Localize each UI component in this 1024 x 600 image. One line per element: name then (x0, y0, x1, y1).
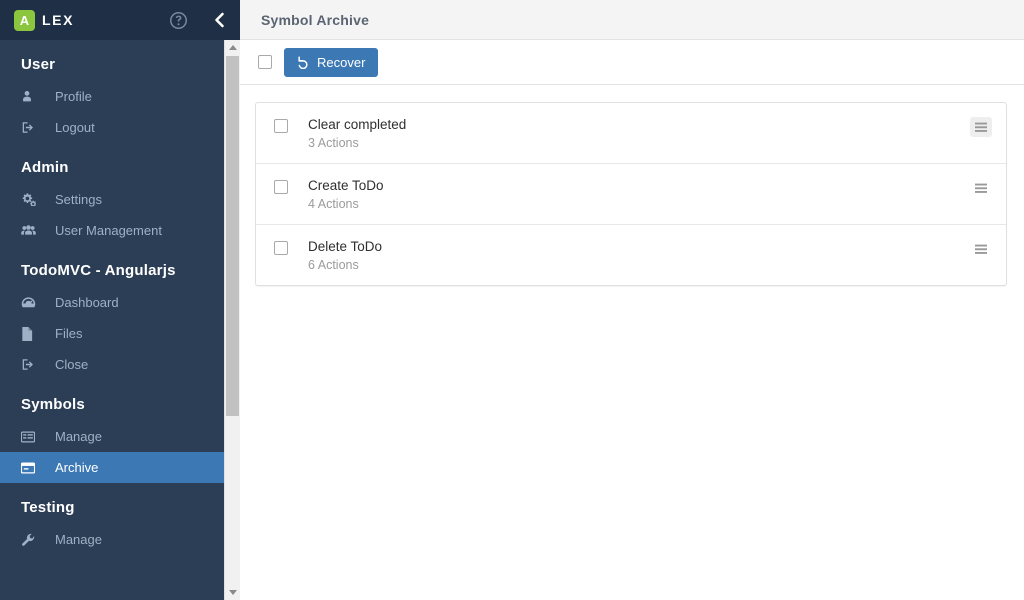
content-area: Clear completed 3 Actions Create ToDo 4 … (240, 85, 1024, 286)
symbol-action-count: 3 Actions (308, 136, 359, 150)
page-header: Symbol Archive (240, 0, 1024, 40)
wrench-icon (21, 533, 37, 547)
sidebar-item-label: Profile (55, 89, 92, 104)
table-row[interactable]: Clear completed 3 Actions (256, 103, 1006, 164)
sidebar-item-label: Archive (55, 460, 99, 475)
sidebar-section-title-user: User (21, 56, 56, 73)
sidebar-item-testing-manage[interactable]: Manage (0, 524, 224, 555)
sidebar-nav: User Profile Logout Admin Settings User … (0, 40, 224, 600)
hamburger-icon (975, 122, 987, 133)
sidebar-item-dashboard[interactable]: Dashboard (0, 287, 224, 318)
sidebar-section-title-admin: Admin (21, 159, 69, 176)
sidebar-item-label: Close (55, 357, 89, 372)
sidebar-scrollbar-thumb[interactable] (226, 56, 239, 416)
row-texts: Create ToDo 4 Actions (308, 177, 970, 212)
logo-badge: A (14, 9, 35, 31)
sign-out-icon (21, 358, 37, 371)
row-menu-button[interactable] (970, 239, 992, 259)
sidebar-section-title-todomvc: TodoMVC - Angularjs (21, 262, 176, 279)
symbol-list: Clear completed 3 Actions Create ToDo 4 … (255, 102, 1007, 286)
sidebar-item-files[interactable]: Files (0, 318, 224, 349)
row-checkbox[interactable] (274, 241, 288, 255)
sidebar: A LEX User Profile Logout Admin Settings… (0, 0, 240, 600)
brand-actions (158, 0, 240, 40)
symbol-name: Clear completed (308, 117, 407, 132)
row-checkbox[interactable] (274, 180, 288, 194)
sidebar-section-title-symbols: Symbols (21, 396, 85, 413)
row-menu-button[interactable] (970, 178, 992, 198)
main-content: Symbol Archive Recover Clear completed 3… (240, 0, 1024, 600)
users-icon (21, 224, 37, 237)
undo-icon (297, 55, 310, 69)
symbol-action-count: 4 Actions (308, 197, 359, 211)
table-row[interactable]: Delete ToDo 6 Actions (256, 225, 1006, 285)
sidebar-item-user-management[interactable]: User Management (0, 215, 224, 246)
sidebar-item-settings[interactable]: Settings (0, 184, 224, 215)
sidebar-item-label: Dashboard (55, 295, 119, 310)
hamburger-icon (975, 183, 987, 194)
sidebar-item-logout[interactable]: Logout (0, 112, 224, 143)
sidebar-item-profile[interactable]: Profile (0, 81, 224, 112)
row-menu-button[interactable] (970, 117, 992, 137)
sidebar-section-title-testing: Testing (21, 499, 75, 516)
toolbar: Recover (240, 40, 1024, 85)
sidebar-item-label: User Management (55, 223, 162, 238)
sidebar-item-label: Logout (55, 120, 95, 135)
symbol-name: Delete ToDo (308, 239, 383, 254)
sidebar-item-symbols-archive[interactable]: Archive (0, 452, 224, 483)
sidebar-item-label: Manage (55, 429, 102, 444)
recover-button[interactable]: Recover (284, 47, 379, 77)
sign-out-icon (21, 121, 37, 134)
brand-bar: A LEX (0, 0, 240, 40)
list-icon (21, 431, 37, 443)
sidebar-item-symbols-manage[interactable]: Manage (0, 421, 224, 452)
sidebar-item-label: Manage (55, 532, 102, 547)
recover-button-label: Recover (317, 54, 366, 70)
sidebar-item-label: Files (55, 326, 83, 341)
app-root: A LEX User Profile Logout Admin Settings… (0, 0, 1024, 600)
caret-down-icon[interactable] (225, 585, 240, 600)
sidebar-item-close[interactable]: Close (0, 349, 224, 380)
page-title: Symbol Archive (261, 11, 370, 28)
table-row[interactable]: Create ToDo 4 Actions (256, 164, 1006, 225)
logo-text: LEX (42, 12, 75, 28)
row-texts: Delete ToDo 6 Actions (308, 238, 970, 273)
select-all-checkbox[interactable] (258, 55, 272, 69)
gears-icon (21, 193, 37, 206)
app-logo[interactable]: A LEX (14, 9, 75, 31)
row-texts: Clear completed 3 Actions (308, 116, 970, 151)
file-icon (21, 326, 37, 341)
question-circle-icon[interactable] (158, 0, 198, 40)
row-checkbox[interactable] (274, 119, 288, 133)
archive-icon (21, 462, 37, 474)
chevron-left-icon[interactable] (198, 0, 240, 40)
symbol-name: Create ToDo (308, 178, 384, 193)
caret-up-icon[interactable] (225, 40, 240, 55)
symbol-action-count: 6 Actions (308, 258, 359, 272)
dashboard-icon (21, 296, 37, 309)
sidebar-scrollbar[interactable] (224, 40, 240, 600)
sidebar-item-label: Settings (55, 192, 102, 207)
hamburger-icon (975, 244, 987, 255)
user-icon (21, 90, 37, 103)
